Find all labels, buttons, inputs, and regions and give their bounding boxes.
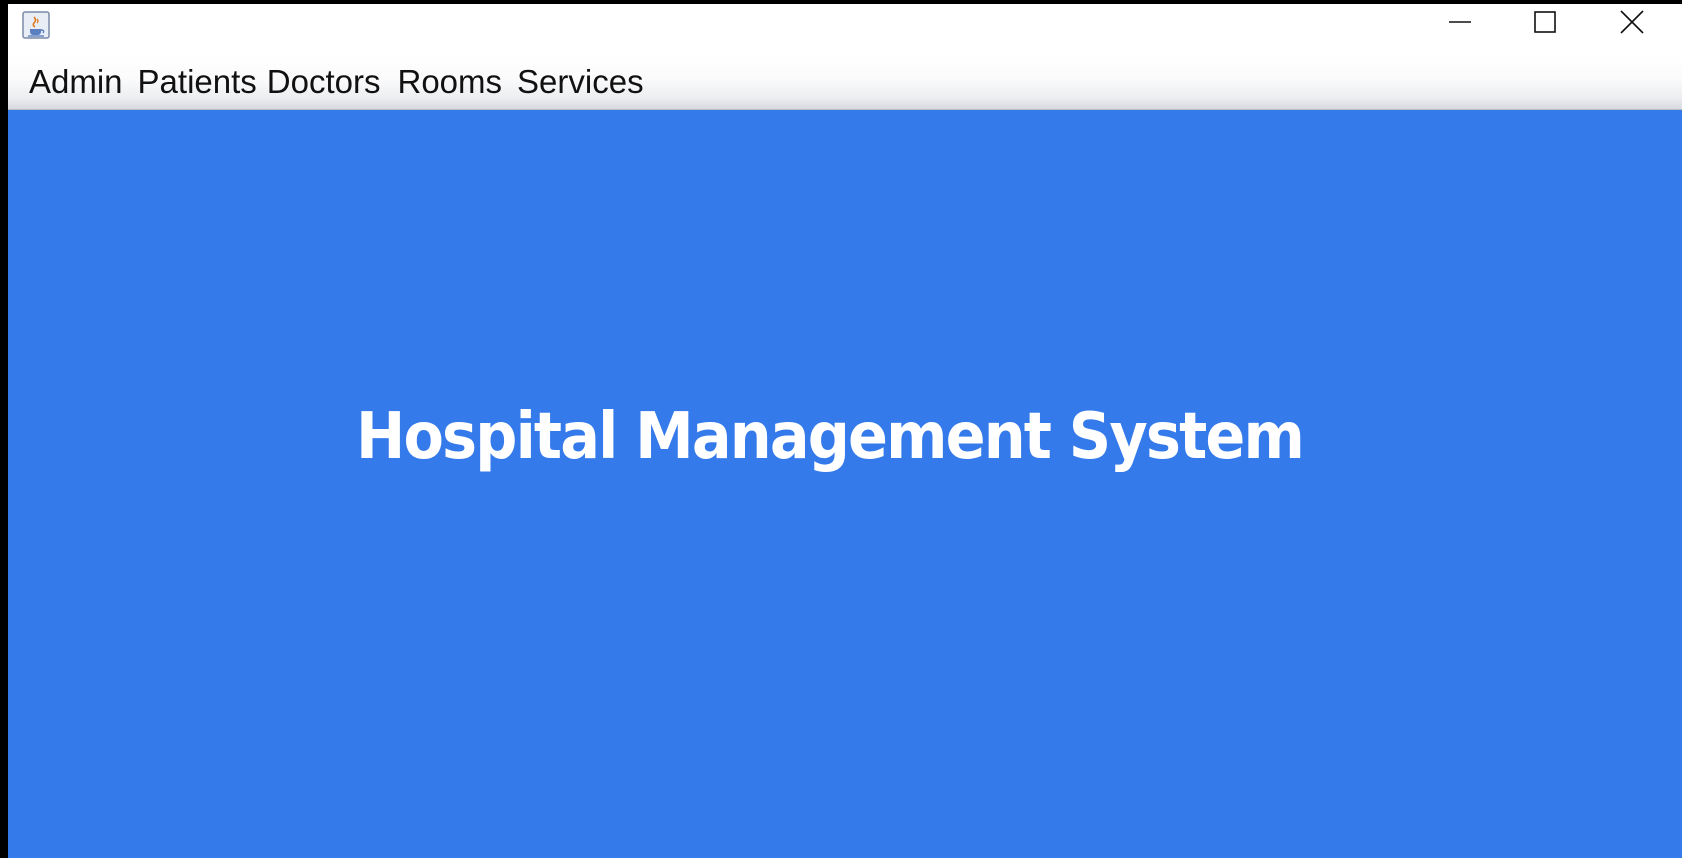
close-icon — [1620, 9, 1644, 39]
main-panel: Hospital Management System — [8, 110, 1682, 858]
maximize-button[interactable] — [1505, 4, 1585, 44]
minimize-icon — [1449, 11, 1471, 38]
minimize-button[interactable] — [1420, 4, 1500, 44]
menu-doctors[interactable]: Doctors — [263, 54, 387, 110]
page-title: Hospital Management System — [356, 400, 1305, 474]
java-cup-icon[interactable] — [22, 11, 50, 39]
menu-admin[interactable]: Admin — [18, 54, 134, 110]
app-window: Admin Patients Doctors Rooms Services Ho… — [8, 4, 1682, 858]
title-bar[interactable] — [8, 4, 1682, 54]
screen: Admin Patients Doctors Rooms Services Ho… — [0, 0, 1682, 858]
menu-services[interactable]: Services — [513, 54, 650, 110]
menu-bar: Admin Patients Doctors Rooms Services — [8, 54, 1682, 110]
maximize-icon — [1534, 10, 1556, 38]
menu-rooms[interactable]: Rooms — [387, 54, 514, 110]
menu-patients[interactable]: Patients — [134, 54, 263, 110]
close-button[interactable] — [1592, 4, 1672, 44]
